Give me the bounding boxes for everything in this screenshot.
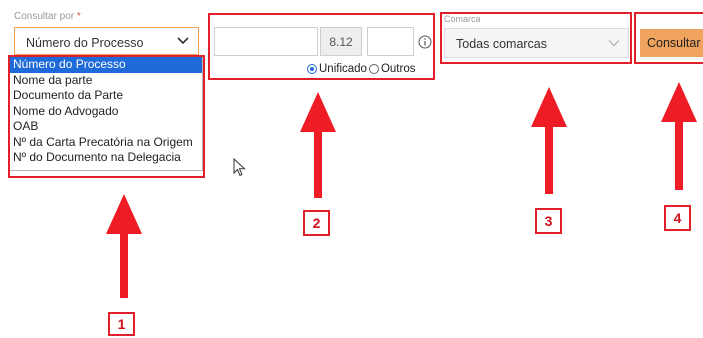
radio-outros[interactable] [368,64,379,74]
processo-numero-input[interactable] [214,27,318,56]
chevron-down-icon [177,37,189,45]
arrow-up-icon [300,92,336,198]
arrow-up-icon [106,194,142,298]
annotation-label-2: 2 [303,210,330,236]
comarca-value: Todas comarcas [456,37,548,51]
processo-origem-input[interactable] [367,27,414,56]
consultar-por-value: Número do Processo [26,36,144,50]
mouse-cursor-icon [233,158,246,177]
annotation-label-3: 3 [535,208,562,234]
annotation-label-4: 4 [664,205,691,231]
radio-unificado[interactable] [307,64,317,74]
comarca-select[interactable]: Todas comarcas [444,28,629,58]
arrow-up-icon [661,82,697,190]
chevron-down-icon [608,40,620,47]
consultar-por-label: Consultar por * [14,11,81,22]
consultar-por-select[interactable]: Número do Processo [14,27,199,55]
comarca-label: Comarca [444,14,481,24]
annotation-label-1: 1 [108,312,135,336]
arrow-up-icon [531,87,567,194]
tipo-numeracao-radios: Unificado Outros [307,63,415,75]
annotation-frame-1 [8,55,205,178]
processo-segmento-fixo: 8.12 [320,27,362,56]
info-icon[interactable] [418,35,432,49]
radio-unificado-label: Unificado [319,63,367,75]
radio-outros-label: Outros [380,63,416,75]
consultar-button[interactable]: Consultar [640,29,703,57]
